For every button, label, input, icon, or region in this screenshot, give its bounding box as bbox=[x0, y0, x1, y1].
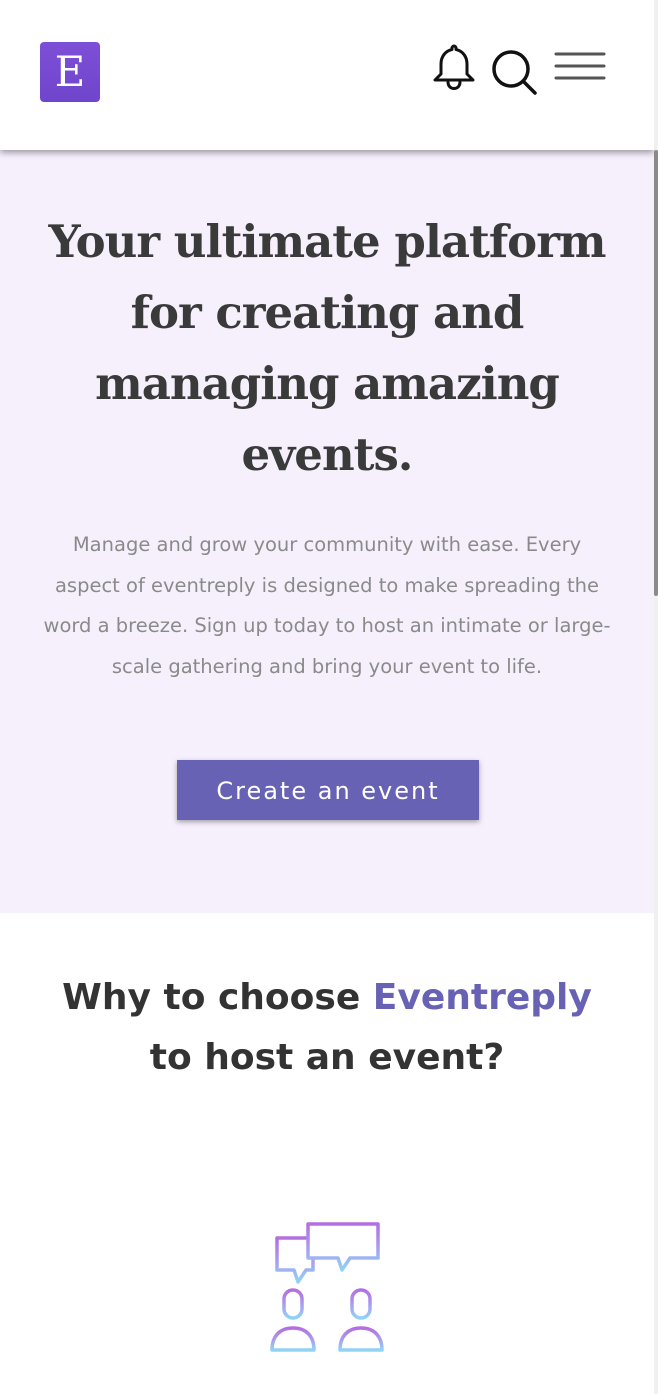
hero-description: Manage and grow your community with ease… bbox=[43, 533, 611, 678]
community-chat-icon bbox=[268, 1220, 390, 1356]
page: E Your ultimate platform for creating an… bbox=[0, 0, 658, 1394]
create-event-button[interactable]: Create an event bbox=[177, 760, 479, 820]
hero-title: Your ultimate platform for creating and … bbox=[48, 215, 606, 481]
scrollbar-thumb[interactable] bbox=[654, 150, 658, 596]
page-scrollbar[interactable] bbox=[654, 0, 658, 1394]
menu-icon[interactable] bbox=[552, 48, 608, 88]
why-title-brand: Eventreply bbox=[372, 977, 592, 1018]
hero-section: Your ultimate platform for creating and … bbox=[0, 150, 654, 913]
why-section-title: Why to choose Eventreply to host an even… bbox=[60, 968, 594, 1088]
bell-icon[interactable] bbox=[430, 42, 478, 92]
why-title-prefix: Why to choose bbox=[62, 977, 361, 1018]
why-title-suffix: to host an event? bbox=[149, 1037, 505, 1078]
logo[interactable]: E bbox=[40, 42, 100, 102]
search-icon[interactable] bbox=[490, 46, 538, 96]
top-header: E bbox=[0, 0, 654, 150]
